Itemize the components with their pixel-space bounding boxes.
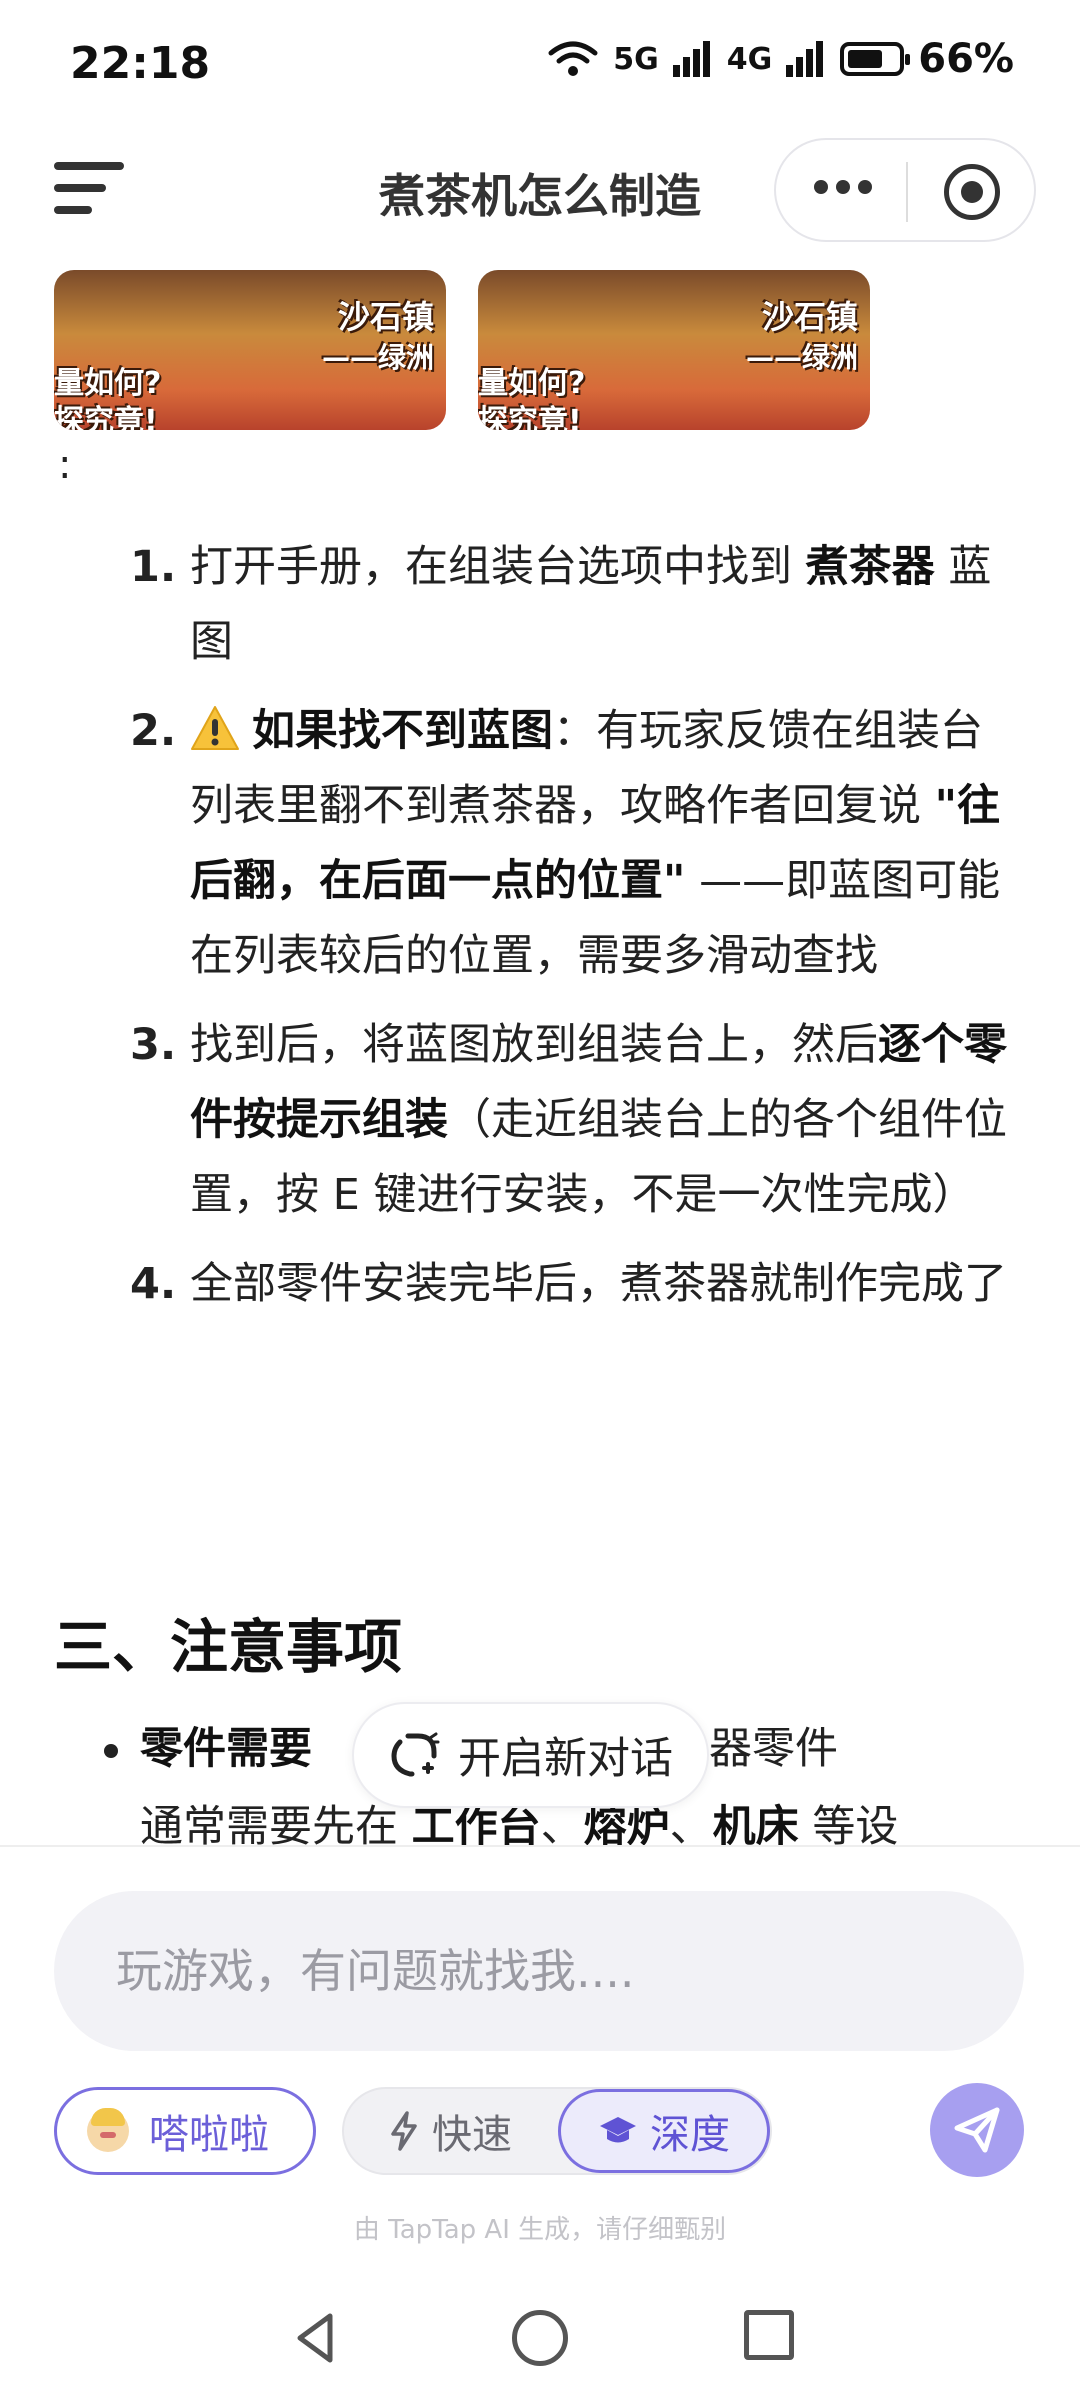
bullet-bold: 机床 [712, 1802, 799, 1845]
step-number: 4. [130, 1259, 177, 1309]
thumbnail-text: 探究竟! [54, 404, 158, 430]
send-icon [954, 2107, 1000, 2153]
character-selector-button[interactable]: 嗒啦啦 [54, 2087, 316, 2175]
graduation-cap-icon [600, 2117, 636, 2143]
network-4g-label: 4G [726, 41, 773, 77]
signal-icon [672, 41, 710, 77]
step-text: 找到后，将蓝图放到组装台上，然后 [190, 1020, 878, 1070]
list-item: 2. 如果找不到蓝图：有玩家反馈在组装台列表里翻不到煮茶器，攻略作者回复说 "往… [130, 694, 1020, 994]
bullet-separator: 、 [540, 1802, 584, 1845]
list-item: 3. 找到后，将蓝图放到组装台上，然后逐个零件按提示组装（走近组装台上的各个组件… [130, 1008, 1020, 1233]
header: 煮茶机怎么制造 [0, 130, 1080, 260]
thumbnail-text: 沙石镇 [761, 298, 858, 336]
step-text: 全部零件安装完毕后，煮茶器就制作完成了 [190, 1259, 1007, 1309]
home-icon[interactable] [512, 2310, 568, 2366]
video-thumbnail[interactable]: 沙石镇 ——绿洲 量如何? 探究竟! [478, 270, 870, 430]
step-number: 2. [130, 706, 177, 756]
network-5g-label: 5G [613, 41, 659, 77]
ai-disclaimer: 由 TapTap AI 生成，请仔细甄别 [353, 2215, 727, 2245]
signal-icon [786, 41, 824, 77]
chat-content[interactable]: 沙石镇 ——绿洲 量如何? 探究竟! 沙石镇 ——绿洲 量如何? 探究竟! : … [0, 260, 1080, 1845]
system-nav-bar [0, 2290, 1080, 2390]
bullet-bold: 工作台 [411, 1802, 541, 1845]
lightning-icon [391, 2111, 417, 2151]
bullet-text: 通常需要先在 [140, 1802, 412, 1845]
message-input-box[interactable] [54, 1891, 1024, 2051]
thumbnail-text: 探究竟! [478, 404, 582, 430]
bullet-bold: 零件需要 [140, 1724, 312, 1774]
mode-deep-button[interactable]: 深度 [558, 2089, 770, 2173]
step-bold: 如果找不到蓝图 [252, 706, 553, 756]
status-bar: 22:18 5G 4G 66% [0, 0, 1080, 130]
colon-text: : [58, 442, 72, 488]
section-heading: 三、注意事项 [54, 1613, 403, 1681]
warning-icon [191, 706, 239, 750]
avatar [87, 2108, 129, 2152]
video-thumbnail[interactable]: 沙石镇 ——绿洲 量如何? 探究竟! [54, 270, 446, 430]
mode-deep-label: 深度 [650, 2112, 730, 2158]
bullet-separator: 、 [669, 1802, 713, 1845]
thumbnail-text: 沙石镇 [337, 298, 434, 336]
step-number: 3. [130, 1020, 177, 1070]
recent-apps-icon[interactable] [744, 2310, 794, 2360]
list-item: 1. 打开手册，在组装台选项中找到 煮茶器 蓝图 [130, 530, 1020, 680]
list-item: 4. 全部零件安装完毕后，煮茶器就制作完成了 [130, 1247, 1020, 1322]
send-button[interactable] [930, 2083, 1024, 2177]
step-text: 打开手册，在组装台选项中找到 [190, 542, 806, 592]
steps-list: 1. 打开手册，在组装台选项中找到 煮茶器 蓝图 2. 如果找不到蓝图：有玩家反… [130, 530, 1020, 1336]
thumbnail-text: ——绿洲 [321, 341, 434, 374]
character-name: 嗒啦啦 [149, 2112, 269, 2158]
step-number: 1. [130, 542, 177, 592]
more-dots-icon[interactable] [814, 180, 872, 194]
wifi-icon [548, 41, 598, 76]
mode-fast-button[interactable]: 快速 [364, 2089, 512, 2173]
bullet-bold: 熔炉 [583, 1802, 670, 1845]
new-chat-label: 开启新对话 [458, 1734, 673, 1784]
new-chat-icon [391, 1732, 440, 1777]
mini-program-capsule [774, 138, 1036, 242]
mode-toggle: 快速 深度 [342, 2087, 772, 2175]
mode-fast-label: 快速 [432, 2112, 512, 2158]
battery-percent: 66% [918, 36, 1014, 82]
status-time: 22:18 [70, 38, 211, 89]
status-icons: 5G 4G 66% [547, 36, 1014, 82]
step-bold: 煮茶器 [805, 542, 935, 592]
bullet-text: 等设 [798, 1802, 899, 1845]
battery-icon [840, 42, 911, 76]
target-circle-icon[interactable] [944, 164, 1000, 220]
new-chat-button[interactable]: 开启新对话 [352, 1702, 709, 1808]
thumbnail-text: ——绿洲 [745, 341, 858, 374]
back-icon[interactable] [288, 2308, 348, 2368]
message-input[interactable] [116, 1891, 976, 2051]
capsule-divider [906, 162, 908, 222]
